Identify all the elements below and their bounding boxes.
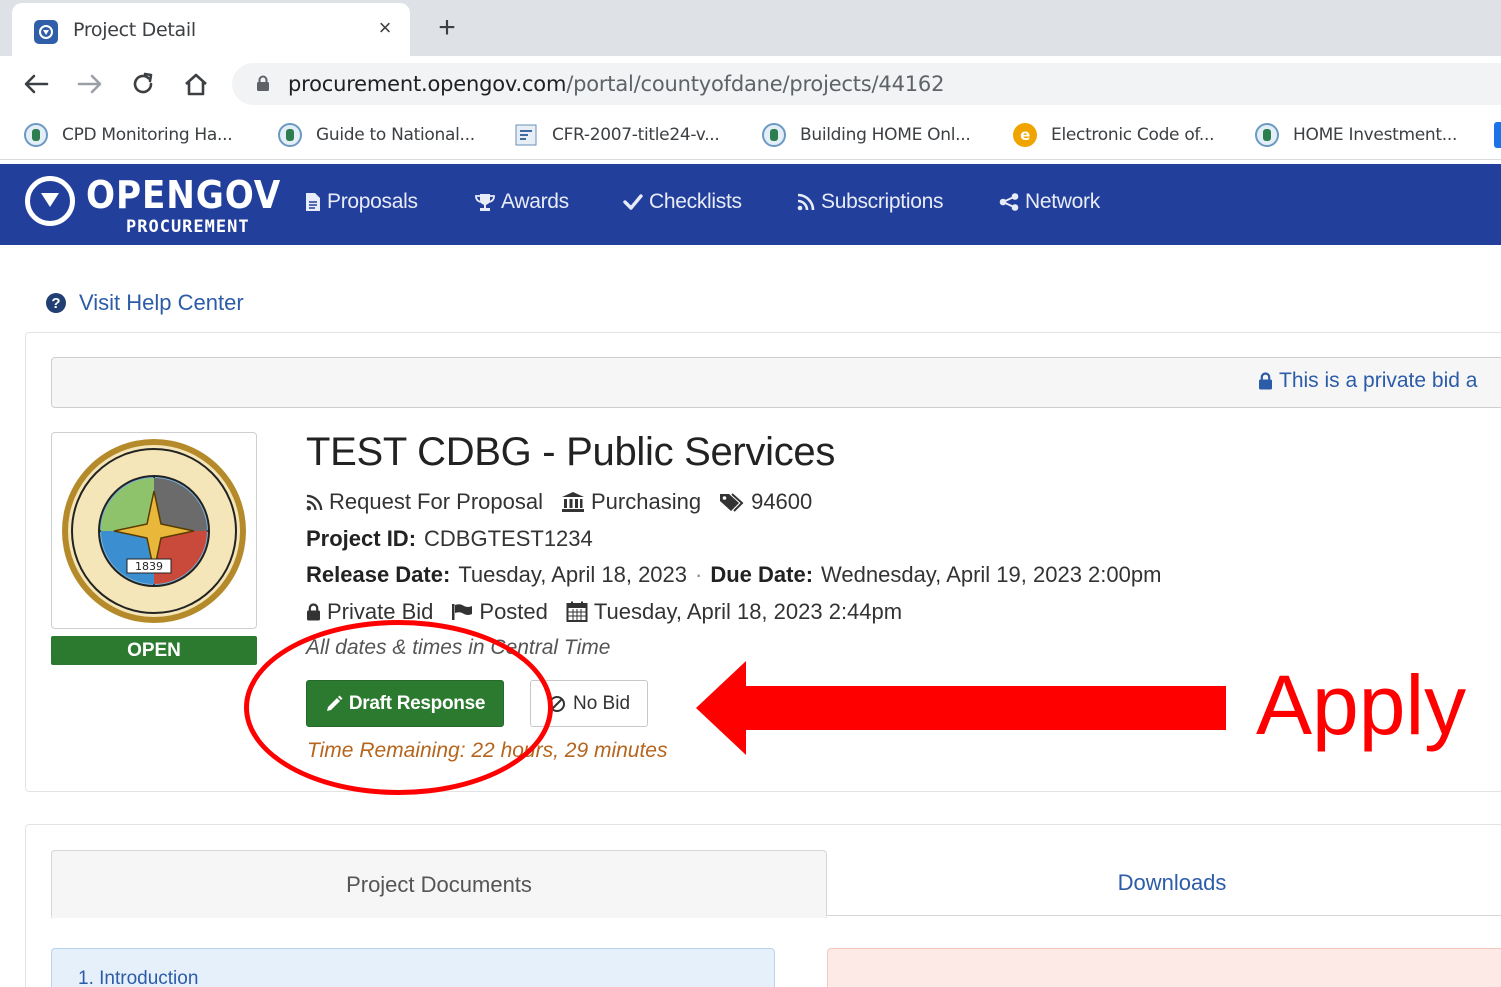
project-title: TEST CDBG - Public Services [306,430,836,474]
address-bar[interactable]: procurement.opengov.com/portal/countyofd… [232,63,1501,105]
bookmark-label: HOME Investment... [1293,125,1458,145]
bookmark-label: CPD Monitoring Ha... [62,125,233,145]
document-icon [514,123,538,147]
project-type: Request For Proposal [329,489,543,514]
back-icon[interactable] [16,64,56,104]
bookmark-guide-national[interactable]: Guide to National... [278,122,475,148]
close-tab-icon[interactable]: × [372,15,398,41]
calendar-icon [566,601,588,623]
url-host: procurement.opengov.com [288,72,567,96]
ecfr-icon: e [1013,123,1037,147]
opengov-logo-icon [25,176,75,226]
release-date-value: Tuesday, April 18, 2023 [458,562,688,587]
status-badge: OPEN [51,636,257,665]
browser-tabstrip: Project Detail × + [0,0,1501,56]
annotation-circle [244,620,553,795]
hud-seal-icon [278,123,302,147]
bookmark-cfr-2007[interactable]: CFR-2007-title24-v... [514,122,720,148]
project-id-value: CDBGTEST1234 [424,526,593,551]
project-tag: 94600 [751,489,813,514]
nav-label: Proposals [327,190,418,213]
bookmark-label: Electronic Code of... [1051,125,1215,145]
bookmark-ecfr[interactable]: e Electronic Code of... [1013,122,1214,148]
new-tab-button[interactable]: + [432,10,462,46]
hud-seal-icon [1255,123,1279,147]
tags-icon [719,492,745,512]
seal-year: 1839 [135,560,163,573]
bookmarks-bar: CPD Monitoring Ha... Guide to National..… [0,112,1501,160]
due-date-label: Due Date: [710,562,814,587]
bookmark-cpd-monitoring[interactable]: CPD Monitoring Ha... [24,122,233,148]
logo-subtitle: PROCUREMENT [126,217,250,237]
county-seal: 1839 [51,432,257,629]
no-bid-label: No Bid [572,692,631,714]
help-center-link[interactable]: ? Visit Help Center [46,290,244,316]
posted-label: Posted [479,599,548,624]
flag-icon [451,603,473,621]
project-department: Purchasing [591,489,702,514]
bookmark-label: Guide to National... [316,125,475,145]
posted-date-value: Tuesday, April 18, 2023 2:44pm [593,599,903,624]
forward-icon[interactable] [70,64,110,104]
project-dates-row: Release Date: Tuesday, April 18, 2023 · … [306,562,1162,587]
browser-toolbar: procurement.opengov.com/portal/countyofd… [0,56,1501,112]
site-navbar: OPENGOV PROCUREMENT Proposals Awards Che… [0,164,1501,245]
notice-box [827,948,1501,987]
nav-proposals[interactable]: Proposals [305,190,418,214]
hud-seal-icon [762,123,786,147]
project-tags: Request For Proposal Purchasing 94600 [306,489,812,515]
nav-label: Awards [501,190,569,213]
share-icon [999,193,1019,211]
opengov-favicon-icon [34,20,58,44]
url-text: procurement.opengov.com/portal/countyofd… [288,72,944,96]
nav-awards[interactable]: Awards [475,190,569,214]
tab-title: Project Detail [73,19,196,41]
tab-underline [51,916,827,917]
nav-network[interactable]: Network [999,190,1100,214]
release-date-label: Release Date: [306,562,451,587]
due-date-value: Wednesday, April 19, 2023 2:00pm [821,562,1162,587]
logo-wordmark: OPENGOV [86,173,282,217]
check-icon [623,194,643,210]
nav-checklists[interactable]: Checklists [623,190,742,214]
home-icon[interactable] [176,64,216,104]
question-circle-icon: ? [46,293,66,313]
nav-label: Checklists [649,190,742,213]
private-bid-text: This is a private bid a [1279,369,1478,392]
bookmark-label: CFR-2007-title24-v... [552,125,720,145]
bookmark-building-home[interactable]: Building HOME Onl... [762,122,971,148]
private-bid-note: This is a private bid a [1258,369,1477,393]
institution-icon [561,491,585,513]
bookmark-home-investment[interactable]: HOME Investment... [1255,122,1457,148]
rss-icon [797,193,815,211]
bookmark-label: Building HOME Onl... [800,125,971,145]
county-seal-image: 1839 [62,438,246,623]
nav-subscriptions[interactable]: Subscriptions [797,190,943,214]
bookmark-overflow-icon[interactable] [1494,122,1501,148]
lock-icon [1258,372,1273,390]
project-id-label: Project ID: [306,526,417,551]
annotation-arrow-icon [696,661,1226,755]
file-icon [305,192,321,212]
url-path: /portal/countyofdane/projects/44162 [566,72,945,96]
help-label: Visit Help Center [79,290,244,315]
trophy-icon [475,192,495,212]
lock-icon [306,603,321,621]
reload-icon[interactable] [123,64,163,104]
browser-tab[interactable]: Project Detail × [12,3,410,56]
tab-downloads[interactable]: Downloads [827,850,1501,916]
project-id-row: Project ID: CDBGTEST1234 [306,526,593,552]
hud-seal-icon [24,123,48,147]
tab-project-documents[interactable]: Project Documents [51,850,827,918]
annotation-label: Apply [1256,658,1467,752]
nav-label: Subscriptions [821,190,944,213]
rss-icon [306,494,323,511]
toc-item-introduction[interactable]: 1. Introduction [78,968,198,987]
nav-label: Network [1025,190,1100,213]
lock-icon [256,75,270,97]
